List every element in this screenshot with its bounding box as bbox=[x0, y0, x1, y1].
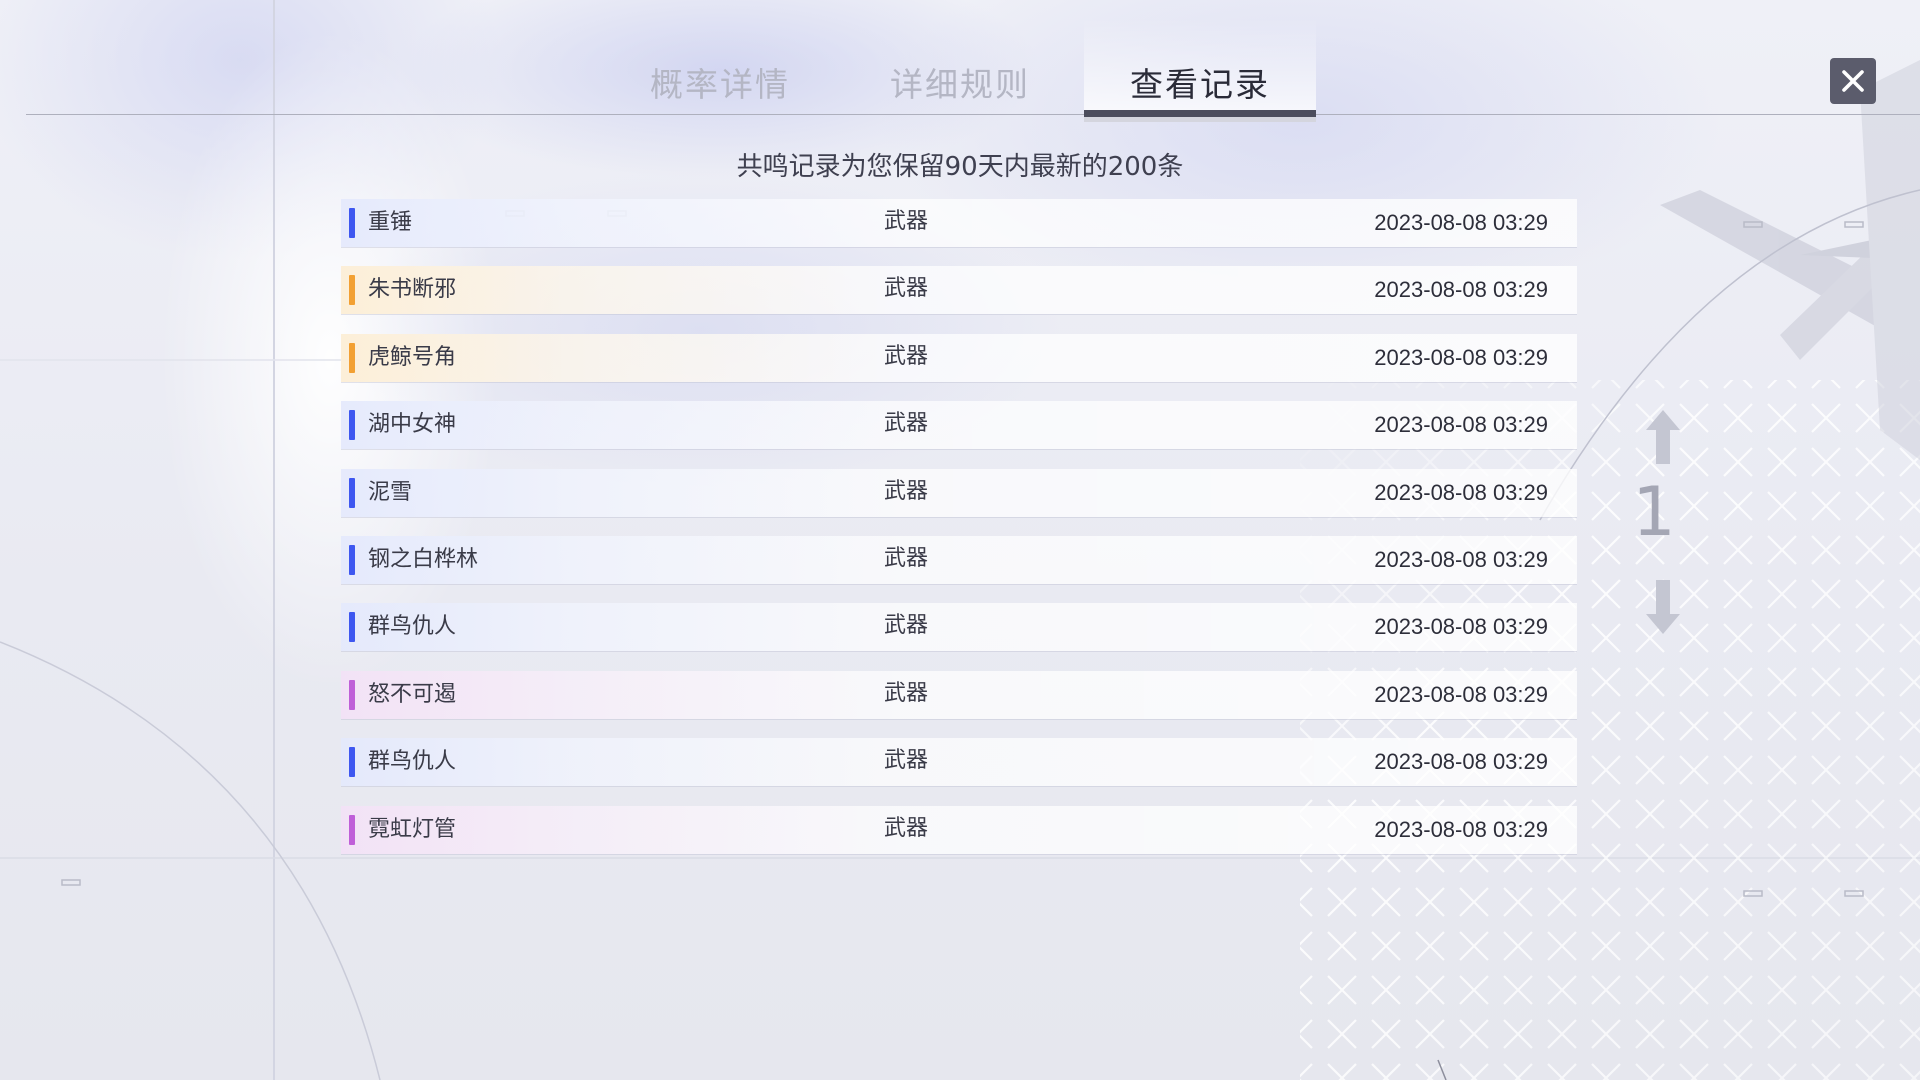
page-up-button[interactable] bbox=[1644, 408, 1682, 470]
item-name: 钢之白桦林 bbox=[368, 547, 479, 572]
record-row: 湖中女神 武器 2023-08-08 03:29 bbox=[341, 401, 1577, 449]
item-type: 武器 bbox=[884, 276, 929, 301]
active-tab-indicator bbox=[1084, 110, 1316, 117]
arrow-down-icon bbox=[1646, 580, 1680, 634]
item-type: 武器 bbox=[884, 681, 929, 706]
rarity-indicator bbox=[349, 545, 355, 575]
tab-view-records[interactable]: 查看记录 bbox=[1084, 56, 1316, 114]
record-time: 2023-08-08 03:29 bbox=[1374, 547, 1548, 572]
tab-divider bbox=[26, 114, 1920, 115]
record-time: 2023-08-08 03:29 bbox=[1374, 412, 1548, 437]
page-number: 1 bbox=[1632, 473, 1676, 552]
item-type: 武器 bbox=[884, 748, 929, 773]
tab-probability-details[interactable]: 概率详情 bbox=[628, 56, 812, 114]
record-retention-notice: 共鸣记录为您保留90天内最新的200条 bbox=[736, 152, 1184, 182]
tab-detailed-rules[interactable]: 详细规则 bbox=[868, 56, 1052, 114]
page-down-button[interactable] bbox=[1644, 578, 1682, 640]
item-type: 武器 bbox=[884, 546, 929, 571]
record-time: 2023-08-08 03:29 bbox=[1374, 682, 1548, 707]
item-name: 怒不可遏 bbox=[368, 682, 457, 707]
rarity-indicator bbox=[349, 815, 355, 845]
item-type: 武器 bbox=[884, 816, 929, 841]
item-name: 虎鲸号角 bbox=[368, 345, 457, 370]
record-time: 2023-08-08 03:29 bbox=[1374, 817, 1548, 842]
record-row: 朱书断邪 武器 2023-08-08 03:29 bbox=[341, 266, 1577, 314]
item-type: 武器 bbox=[884, 411, 929, 436]
record-time: 2023-08-08 03:29 bbox=[1374, 480, 1548, 505]
record-time: 2023-08-08 03:29 bbox=[1374, 614, 1548, 639]
item-type: 武器 bbox=[884, 344, 929, 369]
rarity-indicator bbox=[349, 478, 355, 508]
record-row: 群鸟仇人 武器 2023-08-08 03:29 bbox=[341, 603, 1577, 651]
record-row: 泥雪 武器 2023-08-08 03:29 bbox=[341, 469, 1577, 517]
item-name: 泥雪 bbox=[368, 480, 413, 505]
close-icon bbox=[1842, 70, 1864, 92]
record-row: 钢之白桦林 武器 2023-08-08 03:29 bbox=[341, 536, 1577, 584]
item-type: 武器 bbox=[884, 209, 929, 234]
rarity-indicator bbox=[349, 275, 355, 305]
rarity-indicator bbox=[349, 343, 355, 373]
record-time: 2023-08-08 03:29 bbox=[1374, 210, 1548, 235]
record-row: 群鸟仇人 武器 2023-08-08 03:29 bbox=[341, 738, 1577, 786]
rarity-indicator bbox=[349, 612, 355, 642]
active-tab-indicator-shadow bbox=[1084, 117, 1316, 122]
item-type: 武器 bbox=[884, 479, 929, 504]
rarity-indicator bbox=[349, 208, 355, 238]
item-type: 武器 bbox=[884, 613, 929, 638]
record-time: 2023-08-08 03:29 bbox=[1374, 345, 1548, 370]
item-name: 群鸟仇人 bbox=[368, 614, 457, 639]
item-name: 湖中女神 bbox=[368, 412, 457, 437]
record-row: 霓虹灯管 武器 2023-08-08 03:29 bbox=[341, 806, 1577, 854]
item-name: 群鸟仇人 bbox=[368, 749, 457, 774]
record-row: 重锤 武器 2023-08-08 03:29 bbox=[341, 199, 1577, 247]
rarity-indicator bbox=[349, 410, 355, 440]
record-time: 2023-08-08 03:29 bbox=[1374, 749, 1548, 774]
record-row: 怒不可遏 武器 2023-08-08 03:29 bbox=[341, 671, 1577, 719]
rarity-indicator bbox=[349, 747, 355, 777]
item-name: 霓虹灯管 bbox=[368, 817, 457, 842]
rarity-indicator bbox=[349, 680, 355, 710]
record-row: 虎鲸号角 武器 2023-08-08 03:29 bbox=[341, 334, 1577, 382]
close-button[interactable] bbox=[1830, 58, 1876, 104]
item-name: 朱书断邪 bbox=[368, 277, 457, 302]
item-name: 重锤 bbox=[368, 210, 413, 235]
record-time: 2023-08-08 03:29 bbox=[1374, 277, 1548, 302]
arrow-up-icon bbox=[1646, 410, 1680, 464]
